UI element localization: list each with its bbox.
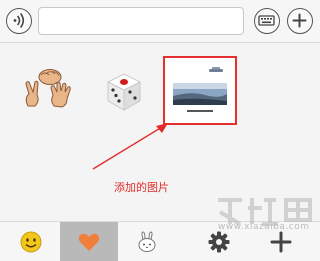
voice-wave-icon bbox=[13, 13, 25, 28]
plus-icon bbox=[292, 13, 307, 28]
input-toolbar bbox=[0, 0, 320, 43]
message-input[interactable] bbox=[38, 7, 244, 35]
tab-emoji[interactable] bbox=[2, 222, 60, 261]
keyboard-button[interactable] bbox=[254, 8, 280, 34]
annotation-arrow bbox=[92, 123, 168, 170]
heart-icon bbox=[78, 233, 100, 251]
voice-button[interactable] bbox=[6, 8, 32, 34]
rabbit-icon bbox=[138, 231, 156, 252]
sticker-dice[interactable] bbox=[100, 68, 148, 116]
tab-favorites[interactable] bbox=[60, 222, 118, 261]
annotation-caption: 添加的图片 bbox=[114, 181, 169, 194]
landscape-thumbnail bbox=[171, 62, 229, 119]
plus-button[interactable] bbox=[287, 8, 313, 34]
smiley-icon bbox=[20, 231, 42, 253]
sticker-added-image[interactable] bbox=[163, 56, 237, 125]
sticker-rock-paper-scissors[interactable] bbox=[20, 68, 80, 110]
dice-icon bbox=[106, 73, 142, 111]
hand-gestures-icon bbox=[25, 69, 71, 108]
watermark-text: www.xiazaiba.com bbox=[218, 222, 310, 232]
keyboard-icon bbox=[258, 15, 275, 26]
tab-rabbit[interactable] bbox=[118, 222, 176, 261]
